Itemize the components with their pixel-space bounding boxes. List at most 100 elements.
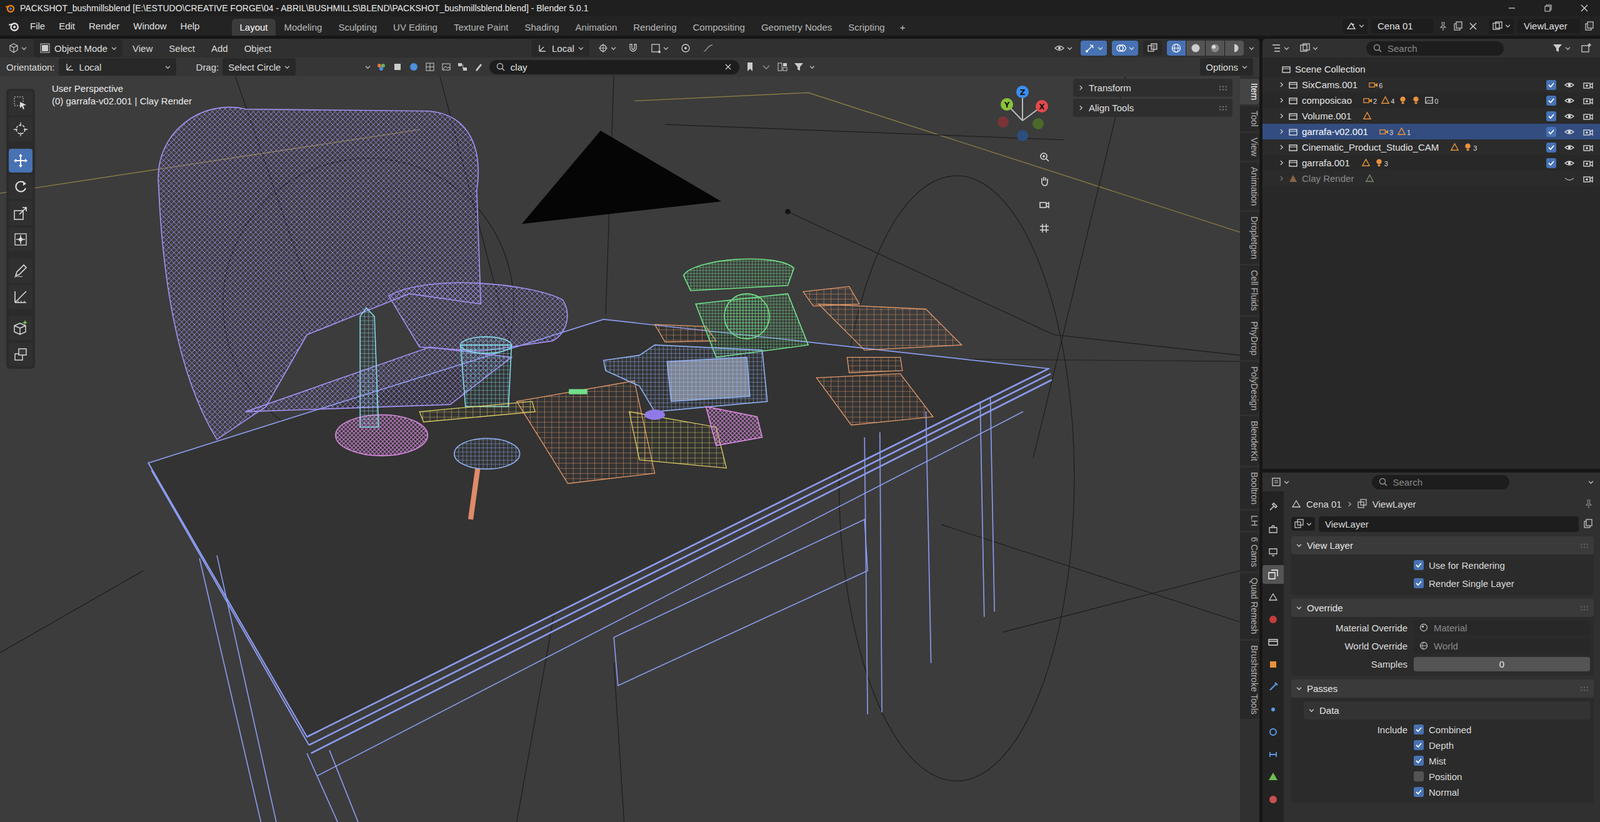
child-type[interactable]	[1398, 95, 1408, 105]
child-type[interactable]: 3	[1463, 142, 1477, 152]
collapsed-arrow-icon[interactable]	[1278, 175, 1285, 182]
workspace-tab[interactable]: Layout	[231, 18, 275, 36]
render-camera-icon[interactable]	[1582, 141, 1594, 154]
collapsed-arrow-icon[interactable]	[1278, 97, 1285, 104]
exclude-checkbox[interactable]	[1546, 126, 1557, 137]
eye-closed-icon[interactable]	[1563, 173, 1575, 185]
exclude-checkbox[interactable]	[1546, 142, 1557, 153]
filter-color-icon[interactable]	[375, 61, 387, 73]
area-light[interactable]	[521, 130, 722, 224]
viewport-menu[interactable]: Object	[238, 41, 278, 56]
restore-button[interactable]	[1532, 0, 1564, 17]
asset-search-field[interactable]: clay	[489, 60, 740, 75]
view-layer-name-field[interactable]: ViewLayer	[1517, 18, 1580, 34]
child-type[interactable]: 3	[1374, 158, 1389, 168]
collapsed-arrow-icon[interactable]	[1278, 81, 1285, 88]
tool-button[interactable]	[8, 175, 33, 199]
child-type[interactable]: 1	[1396, 126, 1411, 137]
sidebar-tab[interactable]: Item	[1240, 78, 1260, 105]
drag-grip-icon[interactable]	[1580, 542, 1589, 549]
bottle[interactable]	[603, 345, 768, 412]
editor-type-button[interactable]	[1267, 40, 1293, 56]
filter-image-icon[interactable]	[440, 61, 452, 73]
clear-icon[interactable]	[723, 61, 734, 72]
child-type[interactable]	[1450, 142, 1460, 152]
sidebar-tab[interactable]: 6 Cams	[1240, 532, 1260, 572]
exclude-checkbox[interactable]	[1546, 80, 1557, 90]
filter-material-icon[interactable]	[408, 61, 420, 73]
pivot-button[interactable]	[594, 40, 620, 56]
child-type[interactable]	[1361, 158, 1371, 168]
sidebar-tab[interactable]: View	[1240, 133, 1260, 161]
viewport-canvas[interactable]: User Perspective(0) garrafa-v02.001 | Cl…	[0, 76, 1240, 822]
tool-button[interactable]	[8, 91, 33, 115]
workspace-tab[interactable]: Sculpting	[330, 18, 385, 36]
eye-open-icon[interactable]	[1563, 141, 1575, 154]
properties-tab[interactable]	[1262, 655, 1284, 674]
outliner-row[interactable]: garrafa.0013	[1262, 155, 1600, 171]
outliner-row[interactable]: Scene Collection	[1262, 61, 1600, 77]
child-type[interactable]	[1365, 173, 1375, 184]
close-button[interactable]	[1568, 0, 1600, 17]
child-type[interactable]: 0	[1424, 95, 1439, 105]
menu-item[interactable]: Edit	[52, 18, 82, 34]
view-layer-browse-button[interactable]	[1488, 18, 1514, 34]
falloff-button[interactable]	[699, 40, 717, 56]
collapsed-arrow-icon[interactable]	[1278, 128, 1285, 135]
snap-button[interactable]	[624, 40, 642, 56]
properties-tab[interactable]	[1262, 722, 1284, 742]
pin-icon[interactable]	[1583, 498, 1594, 509]
display-mode-button[interactable]	[1296, 40, 1322, 56]
properties-tab[interactable]	[1262, 610, 1284, 629]
checkbox[interactable]	[1413, 560, 1424, 570]
mode-dropdown[interactable]: Object Mode	[33, 39, 123, 57]
outliner-search-field[interactable]: Search	[1366, 41, 1504, 56]
outliner-row[interactable]: Volume.001	[1262, 108, 1600, 124]
sidebar-tab[interactable]: PolyDesign	[1240, 361, 1260, 415]
outliner-row[interactable]: garrafa-v02.00131	[1262, 123, 1600, 140]
funnel-icon[interactable]	[793, 61, 805, 73]
material-override-field[interactable]: Material	[1413, 620, 1590, 635]
render-camera-icon[interactable]	[1582, 126, 1594, 138]
camera-view-button[interactable]	[1033, 193, 1055, 215]
pan-button[interactable]	[1033, 170, 1055, 192]
sidebar-tab[interactable]: Cell Fluids	[1240, 265, 1260, 315]
filter-texture-icon[interactable]	[424, 61, 436, 73]
drag-grip-icon[interactable]	[1580, 605, 1589, 612]
tool-button[interactable]	[8, 285, 33, 309]
viewport-menu[interactable]: View	[126, 41, 159, 56]
outliner-row[interactable]: Clay Render	[1262, 170, 1600, 187]
checkbox-option[interactable]: Use for Rendering	[1413, 560, 1590, 571]
scene-name-field[interactable]: Cena 01	[1371, 18, 1434, 34]
child-type[interactable]: 4	[1380, 95, 1395, 105]
checkbox[interactable]	[1413, 771, 1424, 782]
armchair[interactable]	[158, 106, 568, 440]
world-override-field[interactable]: World	[1413, 638, 1590, 654]
editor-type-button[interactable]	[1267, 474, 1293, 490]
child-type[interactable]	[1411, 95, 1421, 105]
tool-button[interactable]	[8, 148, 33, 173]
sidebar-tab[interactable]: Animation	[1240, 162, 1260, 210]
render-camera-icon[interactable]	[1582, 95, 1594, 107]
properties-tab[interactable]	[1262, 790, 1284, 809]
filter-brush-icon[interactable]	[473, 61, 485, 73]
child-type[interactable]: 2	[1363, 95, 1377, 105]
menu-item[interactable]: Help	[174, 18, 207, 34]
properties-tab[interactable]	[1262, 497, 1284, 517]
properties-tab[interactable]	[1262, 677, 1284, 697]
blender-menu-button[interactable]	[5, 18, 23, 34]
sidebar-tab[interactable]: Dropletgen	[1240, 211, 1260, 264]
sidebar-tab[interactable]: BlenderKit	[1240, 416, 1260, 466]
view-layer-browse-button[interactable]	[1291, 516, 1315, 531]
outliner-row[interactable]: composicao240	[1262, 92, 1600, 109]
collapsed-arrow-icon[interactable]	[1278, 160, 1285, 166]
viewport-menu[interactable]: Add	[205, 41, 235, 56]
collapsed-arrow-icon[interactable]	[1278, 144, 1285, 150]
render-camera-icon[interactable]	[1582, 79, 1594, 91]
properties-tab[interactable]	[1262, 565, 1284, 584]
workspace-tab[interactable]: Shading	[517, 18, 567, 36]
panel-header[interactable]: Passes	[1291, 679, 1594, 698]
workspace-tab[interactable]: Scripting	[840, 18, 892, 36]
pass-option[interactable]: Normal	[1413, 786, 1590, 798]
add-workspace-button[interactable]: +	[893, 18, 912, 36]
